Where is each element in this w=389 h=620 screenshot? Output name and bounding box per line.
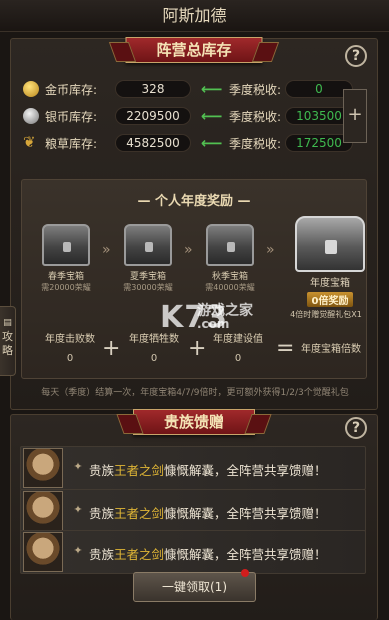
chest-icon <box>124 224 172 266</box>
gift-ribbon-title: 贵族馈赠 <box>132 409 256 435</box>
gold-tax-label: 季度税收: <box>229 83 282 97</box>
gift-message: 贵族王者之剑慷慨解囊，全阵营共享馈赠！ <box>89 463 327 478</box>
gold-stock-value: 328 <box>115 80 191 98</box>
silver-stock-label: 银币库存: <box>45 110 98 124</box>
strategy-tab[interactable]: ▤ 攻略 <box>0 306 16 376</box>
stock-ribbon-title: 阵营总库存 <box>125 37 263 63</box>
summer-chest[interactable]: 夏季宝箱 需30000荣耀 <box>118 224 178 293</box>
spring-chest[interactable]: 春季宝箱 需20000荣耀 <box>36 224 96 293</box>
settlement-info: 每天（季度）结算一次，年度宝箱4/7/9倍时，更可额外获得1/2/3个觉醒礼包 <box>41 388 349 398</box>
gold-coin-icon <box>23 81 39 97</box>
gift-message: 贵族王者之剑慷慨解囊，全阵营共享馈赠！ <box>89 506 327 521</box>
gift-message: 贵族王者之剑慷慨解囊，全阵营共享馈赠！ <box>89 547 327 562</box>
avatar <box>23 448 63 488</box>
claim-all-button[interactable]: 一键领取(1) <box>133 572 256 602</box>
gift-icon: ✦ <box>73 460 83 473</box>
chevron-right-icon: » <box>266 242 275 258</box>
avatar <box>23 491 63 531</box>
chest-name: 夏季宝箱 <box>129 272 166 282</box>
scroll-icon: ▤ <box>3 318 12 328</box>
annual-reward-title: — 个人年度奖励 — <box>137 194 251 209</box>
gift-row: ✦ 贵族王者之剑慷慨解囊，全阵营共享馈赠！ <box>20 530 366 574</box>
annual-chest-name: 年度宝箱 <box>310 278 350 289</box>
noble-name: 王者之剑 <box>114 506 165 521</box>
silver-coin-icon <box>23 108 39 124</box>
gift-icon: ✦ <box>73 503 83 516</box>
site-watermark-sub: 游戏之家 .com <box>160 300 280 340</box>
chest-requirement: 需40000荣耀 <box>205 283 255 292</box>
grain-stock-row: ❦ 粮草库存: 4582500 ⟵ 季度税收: 172500 <box>23 133 353 153</box>
avatar <box>23 532 63 572</box>
add-stock-button[interactable]: + <box>343 89 367 143</box>
autumn-chest[interactable]: 秋季宝箱 需40000荣耀 <box>200 224 260 293</box>
chest-requirement: 需30000荣耀 <box>123 283 173 292</box>
formula-value: 0 <box>66 353 74 364</box>
noble-name: 王者之剑 <box>114 547 165 562</box>
camp-stock-panel: 阵营总库存 ? 金币库存: 328 ⟵ 季度税收: 0 银币库存: 220950… <box>10 37 378 410</box>
gold-stock-label: 金币库存: <box>45 83 98 97</box>
silver-stock-value: 2209500 <box>115 107 191 125</box>
formula-label: 年度击败数 <box>45 334 95 345</box>
noble-name: 王者之剑 <box>114 463 165 478</box>
gift-row: ✦ 贵族王者之剑慷慨解囊，全阵营共享馈赠！ <box>20 489 366 533</box>
help-icon[interactable]: ? <box>345 417 367 439</box>
notification-dot <box>241 569 249 577</box>
grain-tax-label: 季度税收: <box>229 137 282 151</box>
strategy-tab-label: 攻略 <box>2 330 13 357</box>
chevron-right-icon: » <box>184 242 193 258</box>
chest-icon <box>42 224 90 266</box>
gift-row: ✦ 贵族王者之剑慷慨解囊，全阵营共享馈赠！ <box>20 446 366 490</box>
silver-tax-label: 季度税收: <box>229 110 282 124</box>
arrow-left-icon: ⟵ <box>201 80 223 98</box>
silver-stock-row: 银币库存: 2209500 ⟵ 季度税收: 103500 <box>23 106 353 126</box>
formula-value: 0 <box>150 353 158 364</box>
help-icon[interactable]: ? <box>345 45 367 67</box>
chest-icon <box>206 224 254 266</box>
formula-label: 年度宝箱倍数 <box>301 344 361 355</box>
gold-stock-row: 金币库存: 328 ⟵ 季度税收: 0 <box>23 79 353 99</box>
grain-stock-label: 粮草库存: <box>45 137 98 151</box>
annual-reward-area: — 个人年度奖励 — 春季宝箱 需20000荣耀 » 夏季宝箱 需30000荣耀… <box>21 179 367 379</box>
plus-icon: + <box>102 336 121 361</box>
chest-name: 春季宝箱 <box>47 272 84 282</box>
watermark-url: .com <box>197 317 230 331</box>
chest-requirement: 需20000荣耀 <box>41 283 91 292</box>
arrow-left-icon: ⟵ <box>201 107 223 125</box>
wheat-icon: ❦ <box>23 133 36 151</box>
annual-chest-desc: 4倍时赠觉醒礼包X1 <box>290 310 362 319</box>
page-title: 阿斯加德 <box>0 0 389 32</box>
formula-multiplier: 年度宝箱倍数 <box>298 340 364 355</box>
annual-chest[interactable]: 年度宝箱 0倍奖励 4倍时赠觉醒礼包X1 <box>290 216 368 320</box>
grain-stock-value: 4582500 <box>115 134 191 152</box>
chest-name: 秋季宝箱 <box>211 272 248 282</box>
large-chest-icon <box>295 216 365 272</box>
multiplier-badge: 0倍奖励 <box>306 292 354 307</box>
gift-icon: ✦ <box>73 544 83 557</box>
formula-value: 0 <box>234 353 242 364</box>
chevron-right-icon: » <box>102 242 111 258</box>
arrow-left-icon: ⟵ <box>201 134 223 152</box>
formula-defeats: 年度击败数 0 <box>40 330 100 364</box>
